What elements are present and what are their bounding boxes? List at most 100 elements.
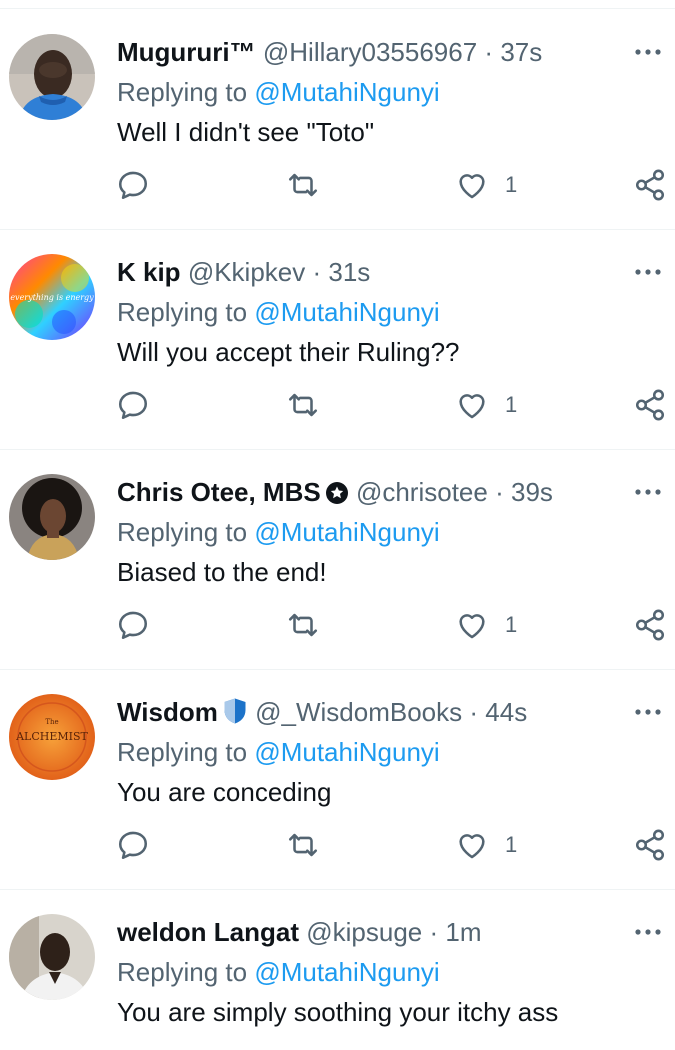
- like-count: 1: [505, 392, 518, 417]
- tweet[interactable]: weldon Langat @kipsuge · 1m Replying to …: [0, 890, 675, 1050]
- avatar[interactable]: [9, 914, 95, 1000]
- replying-to: Replying to @MutahiNgunyi: [117, 954, 440, 990]
- reply-icon: [116, 828, 150, 862]
- handle[interactable]: @Hillary03556967: [263, 37, 477, 67]
- separator: ·: [429, 917, 439, 947]
- like-count: 1: [505, 832, 518, 857]
- like-button[interactable]: 1: [455, 380, 517, 430]
- timestamp[interactable]: 31s: [328, 257, 370, 287]
- more-icon[interactable]: [633, 262, 663, 282]
- tweet-header: Wisdom @_WisdomBooks · 44s: [117, 694, 527, 730]
- timestamp[interactable]: 37s: [500, 37, 542, 67]
- tweet[interactable]: everything is energy K kip @Kkipkev · 31…: [0, 230, 675, 450]
- share-icon: [633, 828, 667, 862]
- timestamp[interactable]: 44s: [485, 697, 527, 727]
- display-name[interactable]: K kip: [117, 257, 181, 287]
- like-icon: [455, 828, 489, 862]
- reply-icon: [116, 608, 150, 642]
- share-icon: [633, 168, 667, 202]
- replying-to: Replying to @MutahiNgunyi: [117, 734, 440, 770]
- mention-link[interactable]: @MutahiNgunyi: [254, 297, 439, 327]
- tweet-header: weldon Langat @kipsuge · 1m: [117, 914, 482, 950]
- tweet-header: Chris Otee, MBS @chrisotee · 39s: [117, 474, 553, 510]
- star-circle-icon: [325, 478, 349, 514]
- display-name[interactable]: Mugururi™: [117, 37, 256, 67]
- tweet-text: Well I didn't see "Toto": [117, 117, 375, 147]
- timestamp[interactable]: 1m: [445, 917, 481, 947]
- handle[interactable]: @chrisotee: [356, 477, 488, 507]
- share-icon: [633, 608, 667, 642]
- tweet-text: You are conceding: [117, 777, 332, 807]
- like-button[interactable]: 1: [455, 160, 517, 210]
- retweet-button[interactable]: [284, 600, 322, 650]
- action-bar: 1: [0, 380, 675, 430]
- avatar[interactable]: [9, 34, 95, 120]
- share-button[interactable]: [633, 380, 667, 430]
- tweet-text: Will you accept their Ruling??: [117, 337, 460, 367]
- retweet-icon: [284, 608, 322, 642]
- handle[interactable]: @kipsuge: [306, 917, 422, 947]
- like-icon: [455, 608, 489, 642]
- avatar[interactable]: [9, 474, 95, 560]
- more-icon[interactable]: [633, 42, 663, 62]
- share-button[interactable]: [633, 600, 667, 650]
- blue-shield-icon: [222, 697, 248, 734]
- tweet-header: Mugururi™ @Hillary03556967 · 37s: [117, 34, 542, 70]
- avatar-caption: ALCHEMIST: [15, 730, 88, 743]
- retweet-button[interactable]: [284, 820, 322, 870]
- action-bar: 1: [0, 600, 675, 650]
- avatar[interactable]: everything is energy: [9, 254, 95, 340]
- action-bar: 1: [0, 820, 675, 870]
- handle[interactable]: @_WisdomBooks: [255, 697, 462, 727]
- display-name[interactable]: Chris Otee, MBS: [117, 477, 321, 507]
- share-button[interactable]: [633, 820, 667, 870]
- share-button[interactable]: [633, 160, 667, 210]
- mention-link[interactable]: @MutahiNgunyi: [254, 517, 439, 547]
- avatar-caption-small: The: [45, 718, 58, 726]
- mention-link[interactable]: @MutahiNgunyi: [254, 77, 439, 107]
- display-name[interactable]: Wisdom: [117, 697, 218, 727]
- reply-button[interactable]: [116, 160, 150, 210]
- replies-feed: Mugururi™ @Hillary03556967 · 37s Replyin…: [0, 0, 675, 1050]
- display-name[interactable]: weldon Langat: [117, 917, 299, 947]
- more-icon[interactable]: [633, 482, 663, 502]
- like-count: 1: [505, 612, 518, 637]
- like-icon: [455, 388, 489, 422]
- more-icon[interactable]: [633, 702, 663, 722]
- like-button[interactable]: 1: [455, 600, 517, 650]
- tweet-header: K kip @Kkipkev · 31s: [117, 254, 370, 290]
- separator: ·: [484, 37, 494, 67]
- replying-to: Replying to @MutahiNgunyi: [117, 74, 440, 110]
- replying-to: Replying to @MutahiNgunyi: [117, 514, 440, 550]
- like-button[interactable]: 1: [455, 820, 517, 870]
- divider: [0, 8, 675, 9]
- reply-icon: [116, 168, 150, 202]
- retweet-button[interactable]: [284, 160, 322, 210]
- separator: ·: [495, 477, 504, 507]
- more-icon[interactable]: [633, 922, 663, 942]
- mention-link[interactable]: @MutahiNgunyi: [254, 737, 439, 767]
- reply-button[interactable]: [116, 600, 150, 650]
- timestamp[interactable]: 39s: [511, 477, 553, 507]
- reply-button[interactable]: [116, 820, 150, 870]
- replying-to-label: Replying to: [117, 737, 248, 767]
- retweet-icon: [284, 828, 322, 862]
- reply-icon: [116, 388, 150, 422]
- avatar[interactable]: The ALCHEMIST: [9, 694, 95, 780]
- action-bar: 1: [0, 160, 675, 210]
- separator: ·: [469, 697, 479, 727]
- tweet-text: Biased to the end!: [117, 557, 327, 587]
- reply-button[interactable]: [116, 380, 150, 430]
- tweet[interactable]: The ALCHEMIST Wisdom @_WisdomBooks · 44s…: [0, 670, 675, 890]
- replying-to-label: Replying to: [117, 957, 248, 987]
- tweet[interactable]: Chris Otee, MBS @chrisotee · 39s Replyin…: [0, 450, 675, 670]
- retweet-icon: [284, 168, 322, 202]
- tweet-text: You are simply soothing your itchy ass: [117, 997, 559, 1027]
- share-icon: [633, 388, 667, 422]
- replying-to: Replying to @MutahiNgunyi: [117, 294, 440, 330]
- avatar-caption: everything is energy: [10, 293, 94, 302]
- tweet[interactable]: Mugururi™ @Hillary03556967 · 37s Replyin…: [0, 10, 675, 230]
- handle[interactable]: @Kkipkev: [188, 257, 305, 287]
- mention-link[interactable]: @MutahiNgunyi: [254, 957, 439, 987]
- retweet-button[interactable]: [284, 380, 322, 430]
